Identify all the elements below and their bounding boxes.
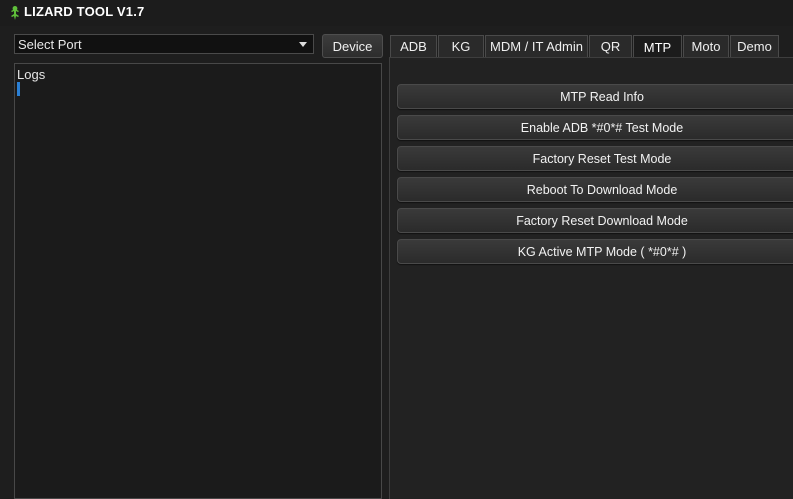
device-button[interactable]: Device: [322, 34, 383, 58]
tab-mdm-it-admin[interactable]: MDM / IT Admin: [485, 35, 588, 57]
port-select[interactable]: Select Port: [14, 34, 314, 54]
mtp-panel: MTP Read Info Enable ADB *#0*# Test Mode…: [389, 57, 793, 499]
tab-demo[interactable]: Demo: [730, 35, 779, 57]
tab-kg[interactable]: KG: [438, 35, 484, 57]
tab-mtp[interactable]: MTP: [633, 35, 682, 58]
mtp-read-info-button[interactable]: MTP Read Info: [397, 84, 793, 109]
logs-title: Logs: [17, 67, 46, 82]
enable-adb-test-mode-button[interactable]: Enable ADB *#0*# Test Mode: [397, 115, 793, 140]
kg-active-mtp-mode-button[interactable]: KG Active MTP Mode ( *#0*# ): [397, 239, 793, 264]
logs-panel[interactable]: Logs: [14, 63, 382, 499]
app-title: LIZARD TOOL V1.7: [24, 4, 145, 19]
lizard-icon: [11, 6, 19, 20]
logs-cursor: [17, 82, 20, 96]
title-bar: LIZARD TOOL V1.7: [0, 0, 793, 26]
reboot-download-mode-button[interactable]: Reboot To Download Mode: [397, 177, 793, 202]
tab-adb[interactable]: ADB: [390, 35, 437, 57]
port-select-value: Select Port: [18, 37, 82, 52]
chevron-down-icon[interactable]: [299, 42, 307, 47]
factory-reset-test-mode-button[interactable]: Factory Reset Test Mode: [397, 146, 793, 171]
factory-reset-download-mode-button[interactable]: Factory Reset Download Mode: [397, 208, 793, 233]
tab-strip: ADB KG MDM / IT Admin QR MTP Moto Demo: [390, 35, 793, 58]
tab-qr[interactable]: QR: [589, 35, 632, 57]
tab-moto[interactable]: Moto: [683, 35, 729, 57]
